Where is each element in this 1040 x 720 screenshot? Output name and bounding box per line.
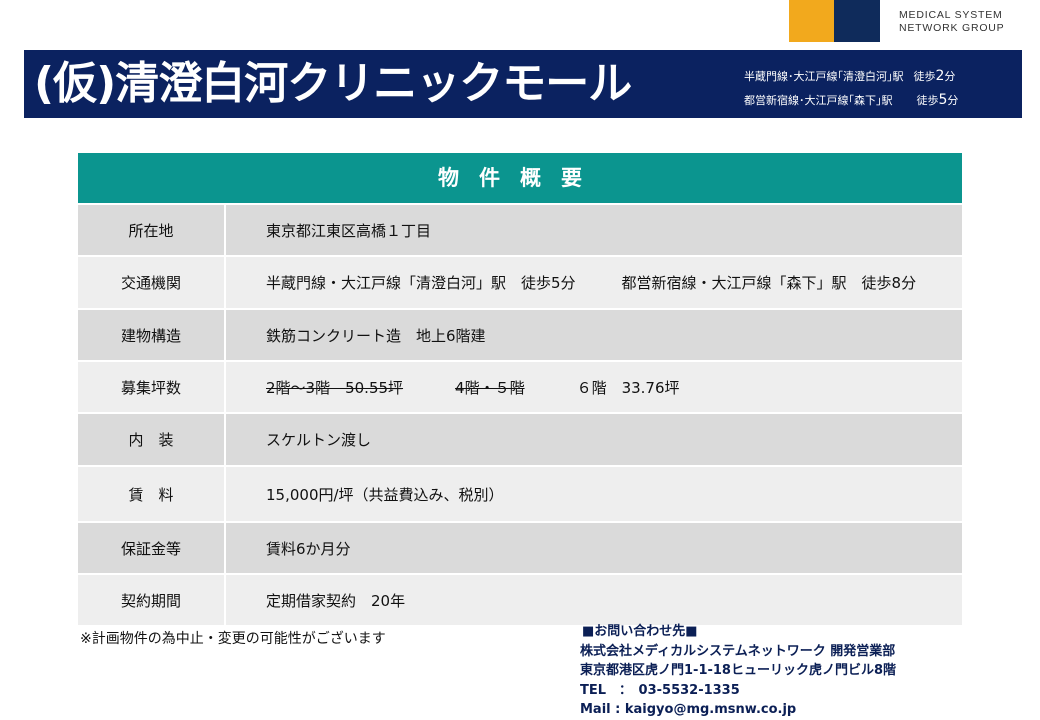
row-label: 建物構造: [78, 310, 226, 360]
access-unit: 分: [947, 94, 959, 107]
table-row-transport: 交通機関 半蔵門線・大江戸線「清澄白河」駅 徒歩5分 都営新宿線・大江戸線「森下」…: [78, 257, 962, 310]
available-floor-6: ６階 33.76坪: [576, 378, 680, 397]
plan-change-note: ※計画物件の為中止・変更の可能性がございます: [80, 631, 386, 647]
table-row-location: 所在地 東京都江東区高橋１丁目: [78, 205, 962, 257]
row-value: 2階～3階 50.55坪 4階・５階 ６階 33.76坪: [226, 362, 962, 412]
row-value: 東京都江東区高橋１丁目: [266, 221, 432, 240]
logo-gold-block: [789, 0, 834, 42]
access-line: 都営新宿線･大江戸線｢森下｣駅: [744, 94, 893, 107]
table-row-deposit: 保証金等 賃料6か月分: [78, 523, 962, 575]
row-value: 賃料6か月分: [266, 539, 351, 558]
row-label: 内 装: [78, 414, 226, 465]
transport-morishita: 都営新宿線・大江戸線「森下」駅 徒歩8分: [621, 274, 917, 292]
title-banner: (仮)清澄白河クリニックモール 半蔵門線･大江戸線｢清澄白河｣駅 徒歩2分 都営新…: [24, 50, 1022, 118]
table-row-rent: 賃 料 15,000円/坪（共益費込み、税別）: [78, 467, 962, 523]
access-walk: 徒歩: [913, 70, 936, 83]
contact-tel[interactable]: TEL ： 03-5532-1335: [580, 681, 896, 701]
access-row-kiyosumi: 半蔵門線･大江戸線｢清澄白河｣駅 徒歩2分: [744, 64, 958, 88]
property-summary-table: 物件概要 所在地 東京都江東区高橋１丁目 交通機関 半蔵門線・大江戸線「清澄白河…: [78, 153, 962, 627]
logo-line-2: NETWORK GROUP: [899, 22, 1005, 34]
table-row-floor-area: 募集坪数 2階～3階 50.55坪 4階・５階 ６階 33.76坪: [78, 362, 962, 414]
access-summary: 半蔵門線･大江戸線｢清澄白河｣駅 徒歩2分 都営新宿線･大江戸線｢森下｣駅 徒歩5分: [744, 64, 958, 112]
access-unit: 分: [944, 70, 956, 83]
row-value: 15,000円/坪（共益費込み、税別）: [266, 485, 504, 504]
row-value: スケルトン渡し: [266, 431, 372, 449]
logo-line-1: MEDICAL SYSTEM: [899, 9, 1003, 21]
contact-company: 株式会社メディカルシステムネットワーク 開発営業部: [580, 643, 896, 659]
contact-address: 東京都港区虎ノ門1-1-18ヒューリック虎ノ門ビル8階: [580, 663, 897, 678]
access-line: 半蔵門線･大江戸線｢清澄白河｣駅: [744, 70, 904, 83]
table-row-structure: 建物構造 鉄筋コンクリート造 地上6階建: [78, 310, 962, 362]
struck-floors-4-5: 4階・５階: [455, 378, 525, 397]
transport-kiyosumi: 半蔵門線・大江戸線「清澄白河」駅 徒歩5分: [266, 274, 576, 292]
company-logo-text: MEDICAL SYSTEM NETWORK GROUP: [899, 9, 1039, 35]
contact-block: ■お問い合わせ先■ 株式会社メディカルシステムネットワーク 開発営業部 東京都港…: [580, 622, 896, 720]
struck-floors-2-3: 2階～3階 50.55坪: [266, 378, 404, 397]
row-value: 定期借家契約 20年: [266, 591, 406, 610]
row-label: 所在地: [78, 205, 226, 255]
logo-navy-block: [834, 0, 880, 42]
row-label: 交通機関: [78, 257, 226, 308]
row-value: 半蔵門線・大江戸線「清澄白河」駅 徒歩5分 都営新宿線・大江戸線「森下」駅 徒歩8…: [226, 257, 962, 308]
table-header: 物件概要: [78, 153, 962, 205]
row-label: 契約期間: [78, 575, 226, 625]
row-label: 賃 料: [78, 467, 226, 521]
access-row-morishita: 都営新宿線･大江戸線｢森下｣駅 徒歩5分: [744, 88, 958, 112]
contact-mail[interactable]: Mail : kaigyo@mg.msnw.co.jp: [580, 700, 896, 720]
table-row-interior: 内 装 スケルトン渡し: [78, 414, 962, 467]
access-walk: 徒歩: [916, 94, 939, 107]
page-title: (仮)清澄白河クリニックモール: [34, 58, 632, 109]
row-label: 保証金等: [78, 523, 226, 573]
contact-heading: ■お問い合わせ先■: [582, 624, 698, 639]
row-label: 募集坪数: [78, 362, 226, 412]
table-row-contract: 契約期間 定期借家契約 20年: [78, 575, 962, 627]
row-value: 鉄筋コンクリート造 地上6階建: [266, 326, 486, 345]
